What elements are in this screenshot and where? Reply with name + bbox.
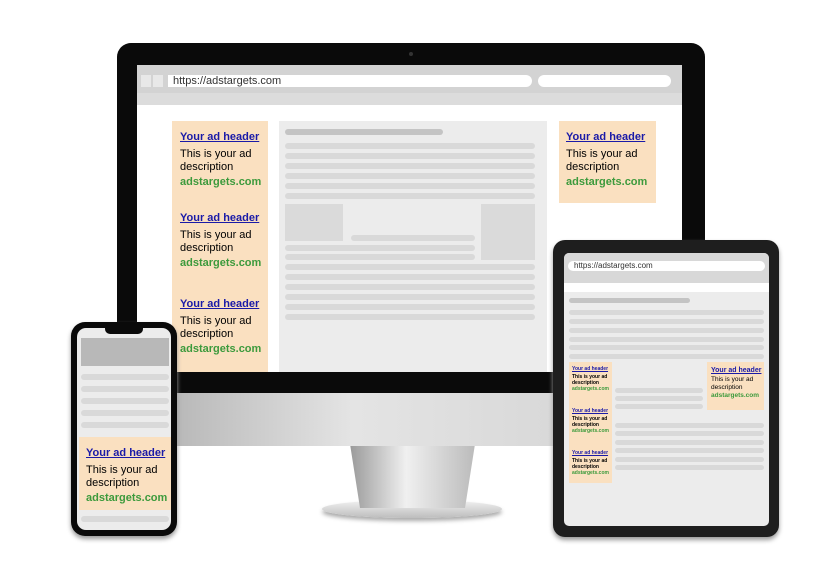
url-field[interactable]: https://adstargets.com	[568, 261, 765, 271]
ad-domain-link[interactable]: adstargets.com	[572, 428, 612, 434]
ad-unit: Your ad header This is your ad descripti…	[180, 212, 268, 298]
browser-toolbar: https://adstargets.com	[564, 253, 769, 283]
camera-dot	[409, 52, 413, 56]
ad-unit: Your ad header This is your ad descripti…	[180, 131, 268, 212]
page-content	[279, 121, 547, 372]
ad-domain-link[interactable]: adstargets.com	[711, 392, 764, 399]
ad-header-link[interactable]: Your ad header	[86, 447, 171, 459]
phone: Your ad header This is your ad descripti…	[71, 322, 177, 536]
ad-domain-link[interactable]: adstargets.com	[566, 176, 656, 188]
ad-header-link[interactable]: Your ad header	[566, 131, 656, 143]
ad-unit: Your ad header This is your ad descripti…	[79, 437, 171, 510]
ad-header-link[interactable]: Your ad header	[572, 408, 612, 414]
ad-header-link[interactable]: Your ad header	[572, 366, 612, 372]
image-placeholder	[285, 204, 343, 241]
ad-unit: Your ad header This is your ad descripti…	[180, 298, 268, 355]
ad-header-link[interactable]: Your ad header	[180, 131, 268, 143]
ad-domain-link[interactable]: adstargets.com	[572, 470, 612, 476]
ad-header-link[interactable]: Your ad header	[180, 212, 268, 224]
image-placeholder	[481, 204, 535, 260]
ad-column-left: Your ad header This is your ad descripti…	[172, 121, 268, 372]
ad-domain-link[interactable]: adstargets.com	[180, 257, 268, 269]
ad-domain-link[interactable]: adstargets.com	[180, 176, 268, 188]
ad-unit: Your ad header This is your ad descripti…	[572, 450, 612, 476]
monitor-stand-neck	[350, 444, 475, 508]
forward-button[interactable]	[153, 75, 163, 87]
ad-domain-link[interactable]: adstargets.com	[180, 343, 268, 355]
ad-unit-right: Your ad header This is your ad descripti…	[707, 362, 764, 410]
image-placeholder	[81, 338, 169, 366]
search-field[interactable]	[538, 75, 671, 87]
ad-header-link[interactable]: Your ad header	[180, 298, 268, 310]
url-field[interactable]: https://adstargets.com	[168, 75, 532, 87]
tablet: https://adstargets.com Your ad header Th…	[553, 240, 779, 537]
ad-domain-link[interactable]: adstargets.com	[572, 386, 612, 392]
ad-unit-right: Your ad header This is your ad descripti…	[559, 121, 656, 203]
ad-header-link[interactable]: Your ad header	[711, 367, 764, 374]
phone-notch	[105, 328, 143, 334]
ad-column-left: Your ad header This is your ad descripti…	[569, 362, 612, 483]
back-button[interactable]	[141, 75, 151, 87]
ad-unit: Your ad header This is your ad descripti…	[572, 366, 612, 408]
browser-toolbar: https://adstargets.com	[137, 65, 682, 105]
phone-screen: Your ad header This is your ad descripti…	[77, 328, 171, 530]
ad-domain-link[interactable]: adstargets.com	[86, 492, 171, 504]
tablet-screen: https://adstargets.com Your ad header Th…	[564, 253, 769, 526]
ad-unit: Your ad header This is your ad descripti…	[572, 408, 612, 450]
ad-header-link[interactable]: Your ad header	[572, 450, 612, 456]
